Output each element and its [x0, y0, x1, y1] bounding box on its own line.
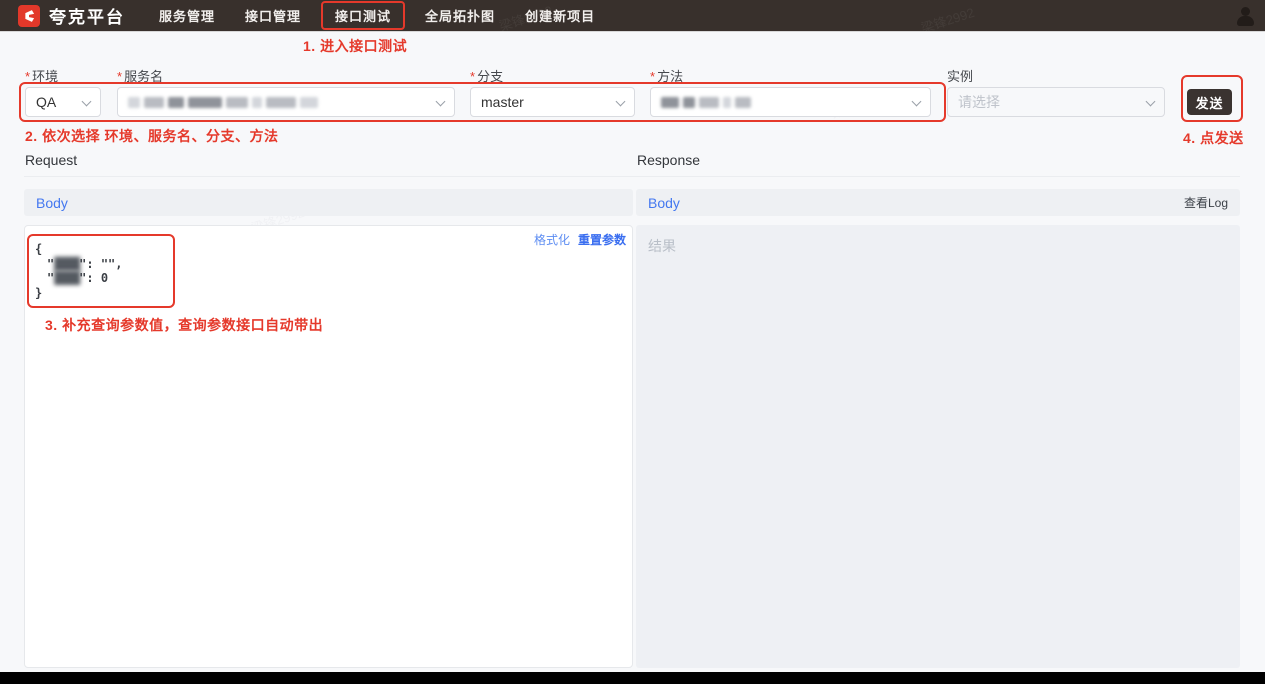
- request-json-body: { "████": "", "████": 0 }: [35, 242, 123, 300]
- step1-annotation: 1. 进入接口测试: [303, 36, 407, 56]
- nav-item-api-test[interactable]: 接口测试: [321, 1, 405, 30]
- redacted-text: [128, 97, 318, 108]
- json-line: "████": "",: [35, 257, 123, 272]
- json-line: "████": 0: [35, 271, 123, 286]
- response-title: Response: [637, 152, 700, 168]
- nav-item-new-project[interactable]: 创建新项目: [515, 2, 605, 29]
- watermark-text: 梁锋2992: [918, 2, 976, 37]
- redacted-text: ████: [54, 271, 79, 285]
- branch-select[interactable]: master: [470, 87, 635, 117]
- response-tab-body[interactable]: Body: [648, 195, 680, 211]
- main-nav: 服务管理 接口管理 接口测试 全局拓扑图 创建新项目: [139, 1, 605, 30]
- step2-annotation: 2. 依次选择 环境、服务名、分支、方法: [25, 126, 278, 146]
- branch-label: *分支: [470, 66, 503, 85]
- request-tab-bar: Body: [24, 189, 633, 216]
- editor-toolbar: 格式化 重置参数: [534, 231, 626, 248]
- quark-logo-icon: [18, 5, 40, 27]
- view-log-link[interactable]: 查看Log: [1184, 194, 1228, 211]
- step4-annotation: 4. 点发送: [1183, 128, 1244, 148]
- section-divider: [24, 176, 1240, 177]
- result-placeholder: 结果: [648, 236, 676, 256]
- nav-item-service-mgmt[interactable]: 服务管理: [149, 2, 225, 29]
- redacted-text: ████: [54, 257, 79, 271]
- service-select[interactable]: [117, 87, 455, 117]
- send-button[interactable]: 发送: [1187, 89, 1232, 115]
- method-select[interactable]: [650, 87, 931, 117]
- top-navbar: 夸克平台 服务管理 接口管理 接口测试 全局拓扑图 创建新项目 梁锋2992 梁…: [0, 0, 1265, 32]
- required-asterisk: *: [25, 69, 30, 84]
- reset-params-link[interactable]: 重置参数: [578, 231, 626, 248]
- response-tab-bar: Body 查看Log: [636, 189, 1240, 216]
- instance-label: 实例: [947, 66, 973, 85]
- redacted-text: [661, 97, 751, 108]
- nav-item-api-mgmt[interactable]: 接口管理: [235, 2, 311, 29]
- format-link[interactable]: 格式化: [534, 231, 570, 248]
- env-select[interactable]: QA: [25, 87, 101, 117]
- step3-annotation: 3. 补充查询参数值，查询参数接口自动带出: [45, 315, 323, 335]
- request-body-editor[interactable]: 格式化 重置参数 { "████": "", "████": 0 }: [24, 225, 633, 668]
- app-root: 夸克平台 服务管理 接口管理 接口测试 全局拓扑图 创建新项目 梁锋2992 梁…: [0, 0, 1265, 684]
- required-asterisk: *: [117, 69, 122, 84]
- user-avatar[interactable]: [1235, 6, 1255, 26]
- required-asterisk: *: [650, 69, 655, 84]
- chevron-down-icon: [436, 97, 446, 107]
- env-label: *环境: [25, 66, 58, 85]
- bottom-letterbox-bar: [0, 672, 1265, 684]
- chevron-down-icon: [912, 97, 922, 107]
- json-line: }: [35, 286, 123, 301]
- brand-title: 夸克平台: [49, 3, 125, 28]
- request-tab-body[interactable]: Body: [36, 195, 68, 211]
- chevron-down-icon: [1146, 97, 1156, 107]
- service-label: *服务名: [117, 66, 163, 85]
- response-result-panel: 结果: [636, 225, 1240, 668]
- chevron-down-icon: [616, 97, 626, 107]
- method-label: *方法: [650, 66, 683, 85]
- nav-item-topology[interactable]: 全局拓扑图: [415, 2, 505, 29]
- chevron-down-icon: [82, 97, 92, 107]
- request-title: Request: [25, 152, 77, 168]
- required-asterisk: *: [470, 69, 475, 84]
- instance-select[interactable]: 请选择: [947, 87, 1165, 117]
- json-line: {: [35, 242, 123, 257]
